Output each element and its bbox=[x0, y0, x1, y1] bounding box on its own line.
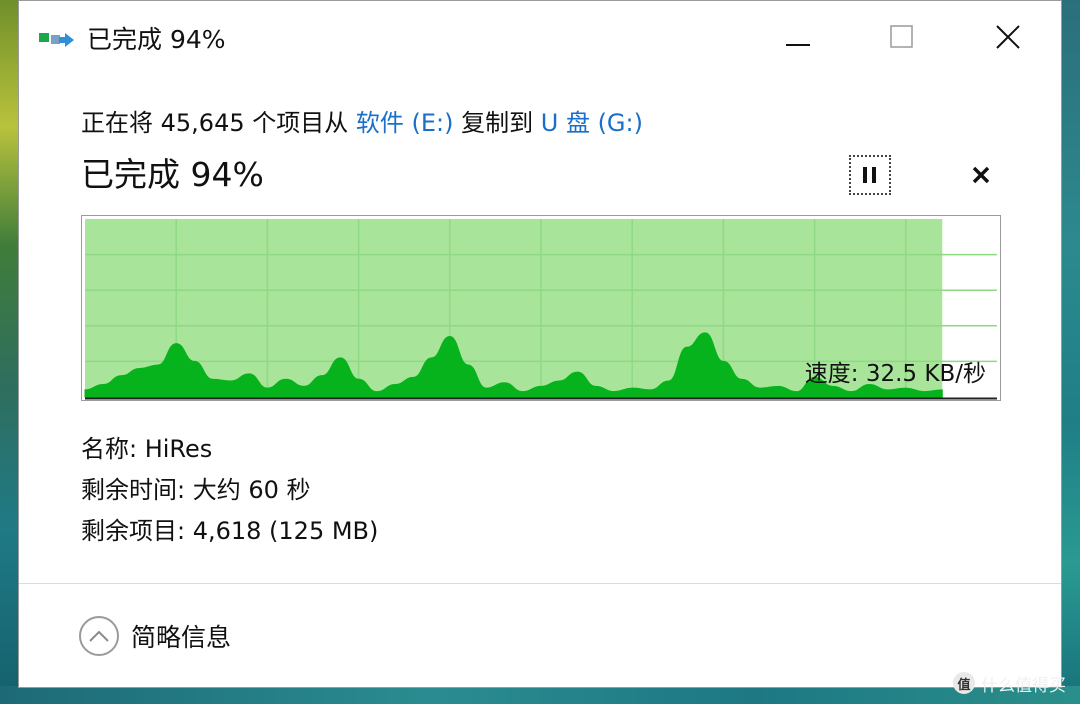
copy-middle: 复制到 bbox=[453, 109, 541, 137]
copy-prefix: 正在将 45,645 个项目从 bbox=[81, 109, 356, 137]
desktop-background-bottom bbox=[0, 686, 1080, 704]
cancel-button[interactable] bbox=[965, 159, 997, 191]
maximize-button[interactable] bbox=[879, 15, 925, 59]
fewer-details-toggle[interactable]: 简略信息 bbox=[79, 613, 231, 659]
time-remaining: 剩余时间: 大约 60 秒 bbox=[81, 476, 311, 504]
pause-icon bbox=[863, 167, 876, 183]
footer-divider bbox=[19, 583, 1061, 584]
file-name: 名称: HiRes bbox=[81, 435, 213, 463]
watermark: 值 什么值得买 bbox=[953, 670, 1066, 696]
minimize-button[interactable] bbox=[775, 15, 821, 59]
pause-button[interactable] bbox=[849, 155, 891, 195]
speed-chart: 速度: 32.5 KB/秒 bbox=[81, 215, 1001, 401]
minimize-icon bbox=[786, 44, 810, 46]
watermark-badge: 值 bbox=[953, 672, 975, 694]
chevron-up-icon bbox=[79, 616, 119, 656]
destination-drive-link[interactable]: U 盘 (G:) bbox=[541, 109, 643, 137]
watermark-text: 什么值得买 bbox=[981, 675, 1066, 696]
close-button[interactable] bbox=[985, 15, 1031, 59]
fewer-details-label: 简略信息 bbox=[131, 623, 232, 652]
title-bar[interactable]: 已完成 94% bbox=[19, 1, 1061, 73]
desktop-background-right bbox=[1060, 0, 1080, 704]
cancel-icon bbox=[972, 166, 990, 184]
maximize-icon bbox=[890, 25, 913, 48]
items-remaining: 剩余项目: 4,618 (125 MB) bbox=[81, 517, 379, 545]
close-icon bbox=[996, 25, 1020, 49]
desktop-background-left bbox=[0, 0, 20, 704]
source-drive-link[interactable]: 软件 (E:) bbox=[356, 109, 454, 137]
window-title: 已完成 94% bbox=[87, 25, 226, 54]
copy-transfer-icon bbox=[39, 29, 75, 51]
progress-heading: 已完成 94% bbox=[81, 155, 264, 194]
copy-progress-window: 已完成 94% 正在将 45,645 个项目从 软件 (E:) 复制到 U 盘 … bbox=[18, 0, 1062, 688]
copy-description: 正在将 45,645 个项目从 软件 (E:) 复制到 U 盘 (G:) bbox=[81, 103, 643, 138]
speed-label: 速度: 32.5 KB/秒 bbox=[804, 361, 986, 387]
